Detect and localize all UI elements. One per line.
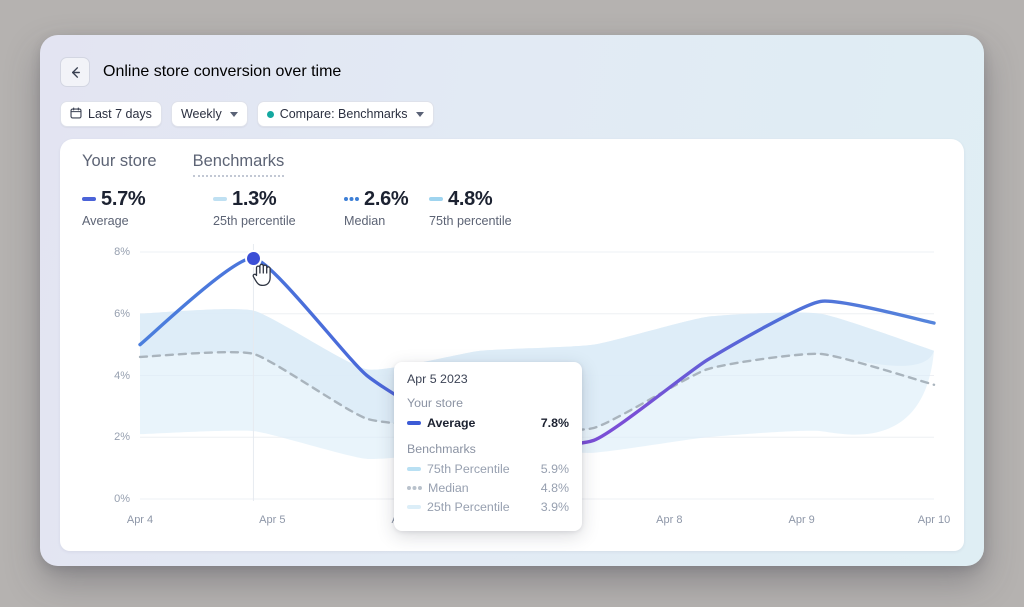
page-title: Online store conversion over time — [103, 63, 342, 80]
legend-item-25th-percentile[interactable]: 1.3% 25th percentile — [213, 187, 344, 228]
legend-swatch-25th-percentile — [213, 197, 227, 201]
back-button[interactable] — [60, 57, 90, 87]
tooltip-row-75th-percentile: 75th Percentile 5.9% — [407, 462, 569, 476]
y-axis-tick: 0% — [114, 493, 130, 505]
tooltip-value-75th-percentile: 5.9% — [540, 462, 569, 476]
y-axis-tick: 6% — [114, 307, 130, 320]
legend-swatch-median — [344, 197, 359, 201]
legend-swatch-average — [82, 197, 96, 201]
tooltip-row-average: Average 7.8% — [407, 416, 569, 430]
chart-tooltip: Apr 5 2023 Your store Average 7.8% Bench… — [394, 362, 582, 531]
arrow-left-icon — [68, 65, 83, 80]
tooltip-swatch-average — [407, 421, 421, 425]
filter-bar: Last 7 days Weekly Compare: Benchmarks — [60, 101, 434, 127]
tooltip-name-25th-percentile: 25th Percentile — [427, 500, 510, 514]
compare-label: Compare: Benchmarks — [279, 107, 408, 121]
tooltip-value-average: 7.8% — [540, 416, 569, 430]
tooltip-date: Apr 5 2023 — [407, 372, 468, 386]
legend-value-25th-percentile: 1.3% — [232, 187, 277, 210]
x-axis-tick: Apr 5 — [259, 514, 286, 526]
legend-label-75th-percentile: 75th percentile — [429, 214, 512, 228]
legend-label-average: Average — [82, 214, 129, 228]
legend-group-your-store: Your store — [82, 152, 157, 170]
legend-value-75th-percentile: 4.8% — [448, 187, 493, 210]
tooltip-row-median: Median 4.8% — [407, 481, 569, 495]
chevron-down-icon — [415, 111, 424, 117]
x-axis-tick: Apr 8 — [656, 514, 683, 526]
tooltip-spacer — [407, 435, 569, 442]
legend: 5.7% Average 1.3% 25th percentile 2.6% M… — [82, 187, 560, 228]
y-axis-tick: 4% — [114, 369, 130, 382]
legend-item-75th-percentile[interactable]: 4.8% 75th percentile — [429, 187, 560, 228]
granularity-label: Weekly — [180, 107, 222, 121]
legend-value-average: 5.7% — [101, 187, 146, 210]
tooltip-swatch-median — [407, 486, 422, 490]
calendar-icon — [70, 106, 82, 122]
tooltip-name-75th-percentile: 75th Percentile — [427, 462, 510, 476]
tooltip-name-median: Median — [428, 481, 469, 495]
page-header: Online store conversion over time — [60, 57, 341, 87]
chart-panel: Your store Benchmarks 5.7% Average 1.3% … — [60, 139, 964, 551]
legend-swatch-75th-percentile — [429, 197, 443, 201]
compare-filter[interactable]: Compare: Benchmarks — [256, 101, 434, 127]
tooltip-value-25th-percentile: 3.9% — [540, 500, 569, 514]
legend-item-median[interactable]: 2.6% Median — [344, 187, 429, 228]
y-axis-tick: 2% — [114, 431, 130, 444]
legend-label-25th-percentile: 25th percentile — [213, 214, 296, 228]
date-range-filter[interactable]: Last 7 days — [60, 101, 162, 127]
tooltip-swatch-25th-percentile — [407, 505, 421, 509]
tooltip-row-25th-percentile: 25th Percentile 3.9% — [407, 500, 569, 514]
x-axis-tick: Apr 10 — [917, 514, 951, 526]
legend-group-benchmarks: Benchmarks — [192, 152, 285, 177]
legend-item-average[interactable]: 5.7% Average — [82, 187, 213, 228]
tooltip-value-median: 4.8% — [540, 481, 569, 495]
tooltip-name-average: Average — [427, 416, 476, 430]
legend-value-median: 2.6% — [364, 187, 409, 210]
chevron-down-icon — [229, 111, 238, 117]
report-window: Online store conversion over time Last 7… — [40, 35, 984, 566]
tooltip-section-your-store: Your store — [407, 396, 464, 410]
legend-label-median: Median — [344, 214, 386, 228]
teal-dot-icon — [266, 110, 274, 118]
granularity-filter[interactable]: Weekly — [170, 101, 248, 127]
tooltip-section-benchmarks: Benchmarks — [407, 442, 476, 456]
x-axis-tick: Apr 9 — [788, 514, 815, 526]
y-axis-tick: 8% — [114, 246, 130, 258]
hover-data-point[interactable] — [246, 251, 260, 265]
legend-group-titles: Your store Benchmarks — [82, 152, 285, 177]
x-axis-tick: Apr 4 — [126, 514, 154, 526]
date-range-label: Last 7 days — [88, 107, 152, 121]
tooltip-swatch-75th-percentile — [407, 467, 421, 471]
